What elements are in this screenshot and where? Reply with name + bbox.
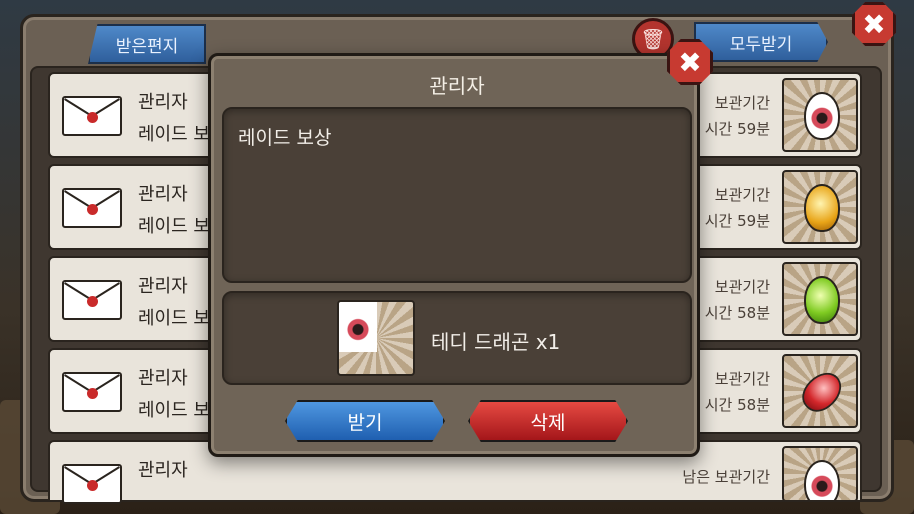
pink-egg-icon [804,92,840,140]
mail-sender: 관리자 [138,184,188,205]
reward-box: 테디 드래곤 x1 [222,291,692,385]
mail-sender: 관리자 [138,92,188,113]
envelope-icon [62,96,122,136]
green-crystal-icon [804,276,840,324]
mail-sender: 관리자 [138,460,188,481]
gold-crystal-icon [804,184,840,232]
mail-subject: 레이드 보 [138,308,210,329]
envelope-icon [62,464,122,504]
envelope-icon [62,372,122,412]
mail-subject: 레이드 보 [138,124,210,145]
reward-label: 테디 드래곤 x1 [431,330,561,354]
message-text: 레이드 보상 [238,127,332,149]
teddy-dragon-egg-icon [339,302,377,352]
dialog-title: 관리자 [429,74,485,98]
keep-label: 남은 보관기간 [682,468,770,486]
pink-egg-icon [804,460,840,500]
envelope-icon [62,280,122,320]
mail-detail-dialog: 관리자 레이드 보상 테디 드래곤 x1 받기 삭제 ✖ [208,39,713,457]
mail-sender: 관리자 [138,276,188,297]
red-gem-icon [795,365,849,419]
mail-subject: 레이드 보 [138,400,210,421]
mail-sender: 관리자 [138,368,188,389]
envelope-icon [62,188,122,228]
tab-inbox[interactable]: 받은편지 [88,24,206,64]
mail-subject: 레이드 보 [138,216,210,237]
receive-button[interactable]: 받기 [285,400,445,442]
reward-thumbnail [337,300,415,376]
message-box: 레이드 보상 [222,107,692,283]
item-thumbnail [782,354,858,428]
item-thumbnail [782,78,858,152]
close-icon[interactable]: ✖ [667,39,713,85]
delete-button[interactable]: 삭제 [468,400,628,442]
mail-keep-period: 남은 보관기간 [650,464,770,490]
item-thumbnail [782,446,858,502]
item-thumbnail [782,170,858,244]
item-thumbnail [782,262,858,336]
claim-all-button[interactable]: 모두받기 [694,22,828,62]
